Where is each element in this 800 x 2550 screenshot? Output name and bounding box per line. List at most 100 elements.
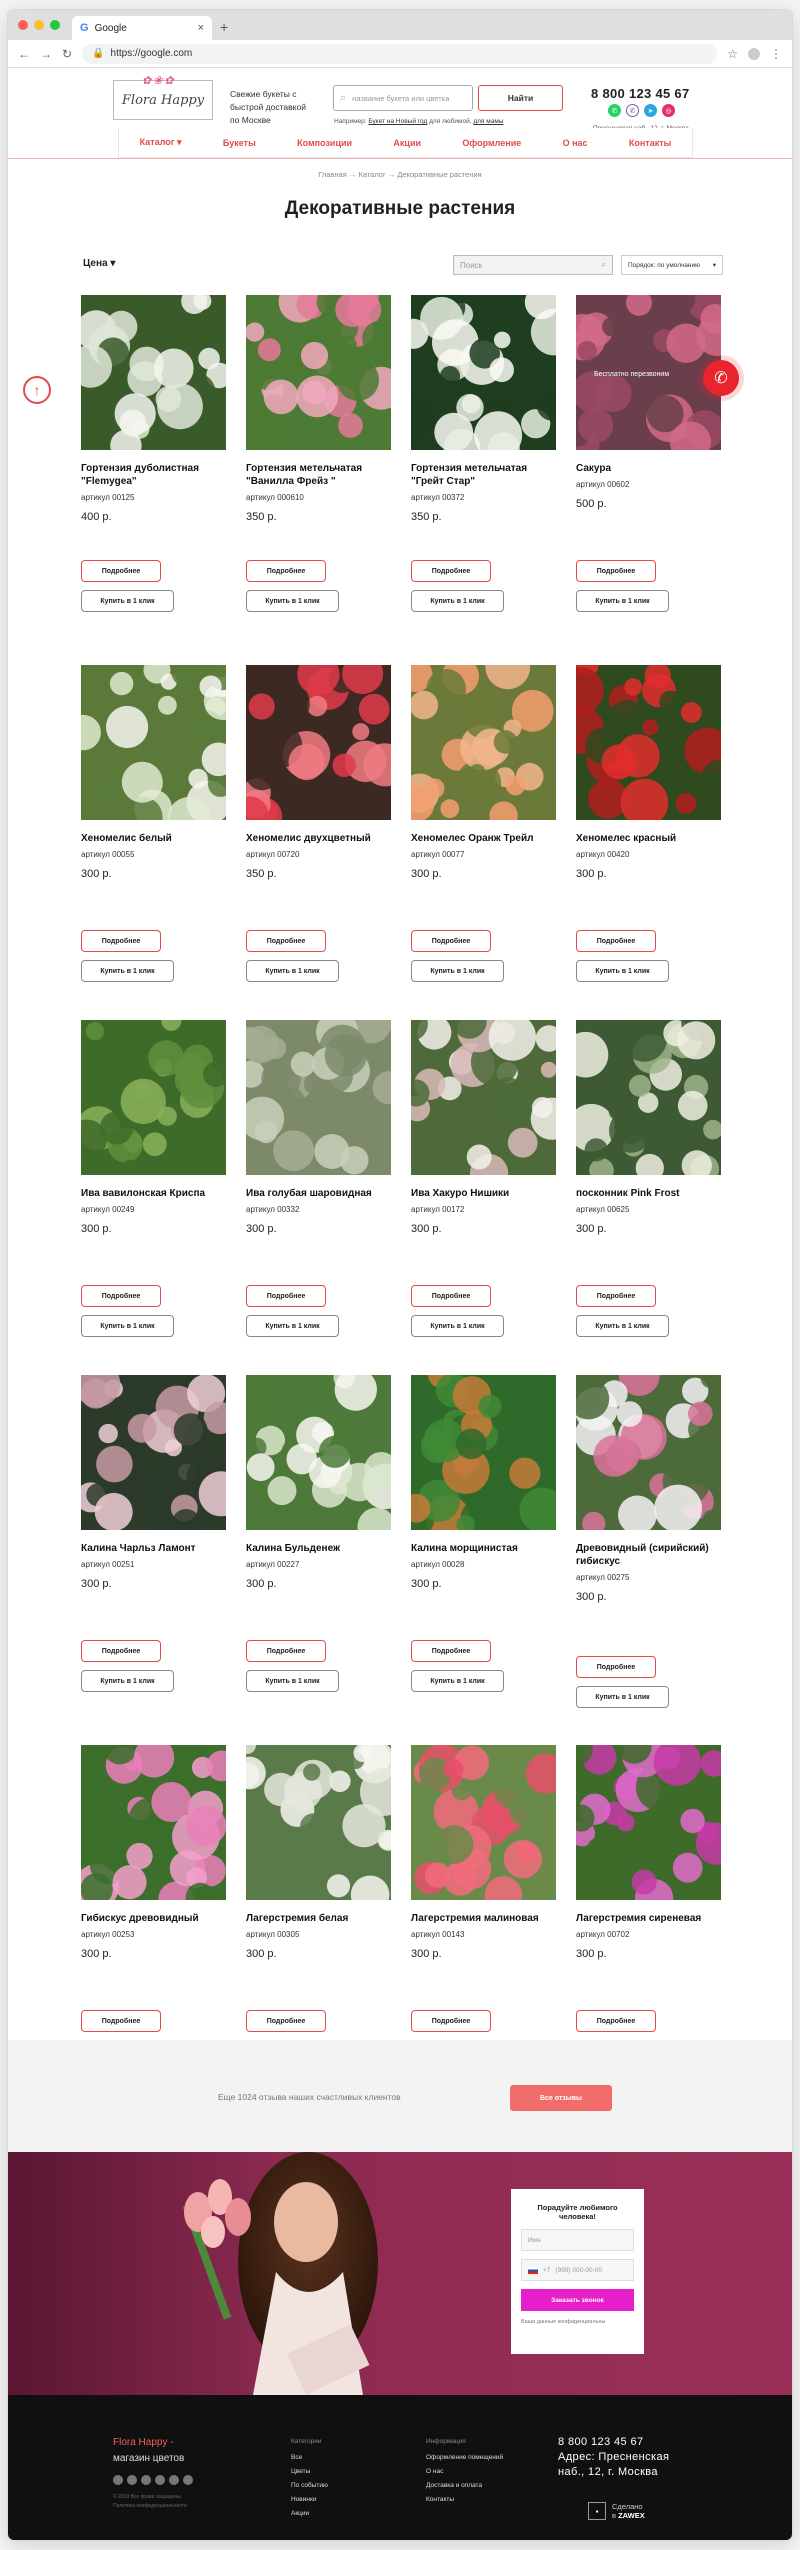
product-name[interactable]: Лагерстремия белая <box>246 1912 391 1925</box>
maximize-window-icon[interactable] <box>50 20 60 30</box>
footer-phone[interactable]: 8 800 123 45 67 <box>558 2435 669 2450</box>
product-card[interactable]: Ива вавилонская Криспа артикул 00249 300… <box>81 1020 226 1337</box>
product-card[interactable]: Хеномелес красный артикул 00420 300 р. По… <box>576 665 721 982</box>
product-name[interactable]: Ива Хакуро Нишики <box>411 1187 556 1200</box>
find-button[interactable]: Найти <box>478 85 563 111</box>
footer-link[interactable]: Новинки <box>291 2493 328 2507</box>
footer-link[interactable]: Оформление помещений <box>426 2451 503 2465</box>
more-button[interactable]: Подробнее <box>576 1656 656 1678</box>
buy-one-click-button[interactable]: Купить в 1 клик <box>576 590 669 612</box>
product-name[interactable]: Древовидный (сирийский) гибискус <box>576 1542 721 1568</box>
product-name[interactable]: Калина Чарльз Ламонт <box>81 1542 226 1555</box>
product-image[interactable] <box>576 1020 721 1175</box>
nav-decoration[interactable]: Оформление <box>462 138 521 148</box>
youtube-icon[interactable] <box>155 2475 165 2485</box>
browser-tab[interactable]: G Google × <box>72 16 212 40</box>
forward-icon[interactable]: → <box>40 47 52 61</box>
more-button[interactable]: Подробнее <box>576 2010 656 2032</box>
footer-link[interactable]: Акции <box>291 2507 328 2521</box>
product-image[interactable] <box>246 295 391 450</box>
buy-one-click-button[interactable]: Купить в 1 клик <box>576 1686 669 1708</box>
product-card[interactable]: Лагерстремия сиреневая артикул 00702 300… <box>576 1745 721 2032</box>
product-image[interactable] <box>411 295 556 450</box>
viber-icon[interactable]: ✆ <box>626 104 639 117</box>
back-icon[interactable]: ← <box>18 47 30 61</box>
more-button[interactable]: Подробнее <box>81 2010 161 2032</box>
price-filter[interactable]: Цена ▾ <box>83 258 115 269</box>
product-name[interactable]: Гортензия метельчатая "Ванилла Фрейз " <box>246 462 391 488</box>
buy-one-click-button[interactable]: Купить в 1 клик <box>81 1315 174 1337</box>
product-name[interactable]: Лагерстремия сиреневая <box>576 1912 721 1925</box>
nav-sales[interactable]: Акции <box>393 138 421 148</box>
product-card[interactable]: Гортензия дуболистная "Flemygea" артикул… <box>81 295 226 612</box>
buy-one-click-button[interactable]: Купить в 1 клик <box>576 960 669 982</box>
more-button[interactable]: Подробнее <box>411 560 491 582</box>
breadcrumb[interactable]: Главная → Каталог → Декоративные растени… <box>8 170 792 179</box>
footer-link[interactable]: Контакты <box>426 2493 503 2507</box>
nav-compositions[interactable]: Композиции <box>297 138 352 148</box>
buy-one-click-button[interactable]: Купить в 1 клик <box>411 960 504 982</box>
buy-one-click-button[interactable]: Купить в 1 клик <box>411 590 504 612</box>
nav-contacts[interactable]: Контакты <box>629 138 671 148</box>
product-image[interactable] <box>81 1020 226 1175</box>
more-button[interactable]: Подробнее <box>411 1640 491 1662</box>
product-image[interactable] <box>576 1745 721 1900</box>
product-image[interactable] <box>411 1745 556 1900</box>
nav-catalog[interactable]: Каталог ▾ <box>140 137 182 148</box>
product-card[interactable]: Лагерстремия белая артикул 00305 300 р. П… <box>246 1745 391 2032</box>
site-logo[interactable]: ✿❀✿ Flora Happy <box>113 74 213 120</box>
product-image[interactable] <box>411 1020 556 1175</box>
new-tab-icon[interactable]: + <box>220 19 228 35</box>
buy-one-click-button[interactable]: Купить в 1 клик <box>81 590 174 612</box>
product-image[interactable] <box>81 1375 226 1530</box>
product-card[interactable]: Калина Чарльз Ламонт артикул 00251 300 р… <box>81 1375 226 1692</box>
instagram-icon[interactable]: ◎ <box>662 104 675 117</box>
more-button[interactable]: Подробнее <box>246 560 326 582</box>
product-image[interactable] <box>411 665 556 820</box>
product-name[interactable]: Хеномелис двухцветный <box>246 832 391 845</box>
product-card[interactable]: Хеномелис белый артикул 00055 300 р. Подр… <box>81 665 226 982</box>
product-name[interactable]: Сакура <box>576 462 721 475</box>
close-window-icon[interactable] <box>18 20 28 30</box>
product-card[interactable]: Бесплатно перезвоним Сакура артикул 0060… <box>576 295 721 612</box>
close-tab-icon[interactable]: × <box>198 22 204 34</box>
buy-one-click-button[interactable]: Купить в 1 клик <box>411 1315 504 1337</box>
order-call-button[interactable]: Заказать звонок <box>521 2289 634 2311</box>
more-button[interactable]: Подробнее <box>576 930 656 952</box>
product-card[interactable]: Гортензия метельчатая "Ванилла Фрейз " а… <box>246 295 391 612</box>
product-image[interactable] <box>246 665 391 820</box>
product-image[interactable] <box>81 1745 226 1900</box>
product-card[interactable]: Древовидный (сирийский) гибискус артикул… <box>576 1375 721 1708</box>
product-name[interactable]: Калина морщинистая <box>411 1542 556 1555</box>
menu-kebab-icon[interactable]: ⋮ <box>770 47 782 61</box>
footer-link[interactable]: По событию <box>291 2479 328 2493</box>
product-card[interactable]: Гортензия метельчатая "Грейт Стар" артик… <box>411 295 556 612</box>
product-image[interactable] <box>411 1375 556 1530</box>
more-button[interactable]: Подробнее <box>411 930 491 952</box>
phone-input[interactable]: +7 (999) 000-00-00 <box>521 2259 634 2281</box>
footer-link[interactable]: О нас <box>426 2465 503 2479</box>
product-image[interactable] <box>576 665 721 820</box>
product-card[interactable]: Калина морщинистая артикул 00028 300 р. П… <box>411 1375 556 1692</box>
odnoklassniki-icon[interactable] <box>169 2475 179 2485</box>
more-button[interactable]: Подробнее <box>246 930 326 952</box>
catalog-search-input[interactable]: Поиск ⌕ <box>453 255 613 275</box>
sort-select[interactable]: Порядок: по умолчанию ▾ <box>621 255 723 275</box>
buy-one-click-button[interactable]: Купить в 1 клик <box>411 1670 504 1692</box>
nav-bouquets[interactable]: Букеты <box>223 138 256 148</box>
name-input[interactable]: Имя <box>521 2229 634 2251</box>
more-button[interactable]: Подробнее <box>246 1285 326 1307</box>
product-card[interactable]: Калина Бульденеж артикул 00227 300 р. Под… <box>246 1375 391 1692</box>
buy-one-click-button[interactable]: Купить в 1 клик <box>246 1670 339 1692</box>
header-search-input[interactable]: ⌕ название букета или цветка <box>333 85 473 111</box>
product-image[interactable] <box>246 1745 391 1900</box>
buy-one-click-button[interactable]: Купить в 1 клик <box>81 960 174 982</box>
more-button[interactable]: Подробнее <box>411 1285 491 1307</box>
minimize-window-icon[interactable] <box>34 20 44 30</box>
profile-icon[interactable] <box>748 47 760 60</box>
product-name[interactable]: Хеномелес красный <box>576 832 721 845</box>
product-card[interactable]: посконник Pink Frost артикул 00625 300 р… <box>576 1020 721 1337</box>
buy-one-click-button[interactable]: Купить в 1 клик <box>81 1670 174 1692</box>
instagram-icon[interactable] <box>183 2475 193 2485</box>
product-card[interactable]: Ива Хакуро Нишики артикул 00172 300 р. По… <box>411 1020 556 1337</box>
